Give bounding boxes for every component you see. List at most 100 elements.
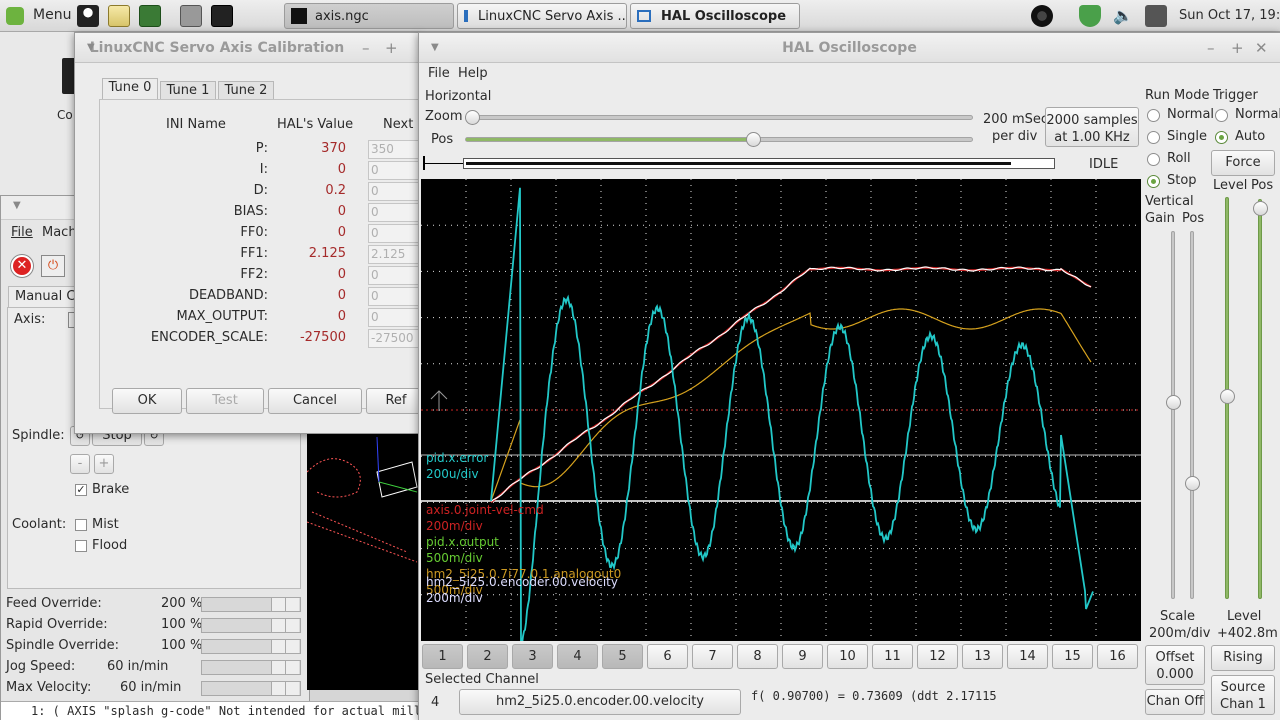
cancel-button[interactable]: Cancel: [268, 388, 362, 414]
preview-3d-canvas[interactable]: [307, 432, 420, 690]
tune-param-next-input[interactable]: 2.125: [368, 245, 420, 264]
manual-control-tab[interactable]: Manual Co: [8, 286, 83, 308]
mist-checkbox[interactable]: [75, 519, 87, 531]
taskbar-window-calibration[interactable]: LinuxCNC Servo Axis ...: [457, 3, 627, 29]
minimize-icon[interactable]: –: [1207, 33, 1215, 63]
window-menu-icon[interactable]: ▼: [13, 200, 21, 211]
tune-param-next-input[interactable]: 0: [368, 308, 420, 327]
files-launcher-icon[interactable]: [180, 5, 202, 27]
chan-off-button[interactable]: Chan Off: [1145, 689, 1205, 715]
position-slider-handle[interactable]: [745, 132, 761, 147]
estop-button[interactable]: ✕: [11, 255, 33, 277]
trigger-source-button[interactable]: Source Chan 1: [1211, 675, 1275, 715]
tune-param-next-input[interactable]: -27500: [368, 329, 420, 348]
webcam-tray-icon[interactable]: [1031, 5, 1053, 27]
ok-button[interactable]: OK: [112, 388, 182, 414]
run-mode-radio-normal[interactable]: [1147, 109, 1160, 122]
tab-tune-0[interactable]: Tune 0: [102, 78, 158, 100]
mint-logo-icon[interactable]: [6, 7, 24, 25]
trigger-pos-slider[interactable]: [1258, 199, 1262, 599]
channel-button-9[interactable]: 9: [782, 644, 823, 669]
refresh-button[interactable]: Ref: [366, 388, 426, 414]
gcode-listing[interactable]: 1: ( AXIS "splash g-code" Not intended f…: [1, 701, 421, 720]
tab-tune-2[interactable]: Tune 2: [218, 81, 274, 100]
tux-launcher-icon[interactable]: [77, 5, 99, 27]
flood-checkbox[interactable]: [75, 540, 87, 552]
vertical-gain-slider[interactable]: [1171, 231, 1175, 599]
override-slider[interactable]: [201, 597, 301, 612]
menu-file[interactable]: File: [428, 66, 450, 81]
zoom-slider[interactable]: [465, 110, 973, 125]
channel-button-14[interactable]: 14: [1007, 644, 1048, 669]
override-slider-handle[interactable]: [271, 619, 285, 632]
channel-button-5[interactable]: 5: [602, 644, 643, 669]
channel-button-16[interactable]: 16: [1097, 644, 1138, 669]
channel-button-13[interactable]: 13: [962, 644, 1003, 669]
menu-help[interactable]: Help: [458, 66, 488, 81]
rising-edge-button[interactable]: Rising: [1211, 645, 1275, 671]
tune-param-next-input[interactable]: 0: [368, 266, 420, 285]
channel-button-15[interactable]: 15: [1052, 644, 1093, 669]
window-menu-icon[interactable]: ▼: [87, 33, 95, 63]
selected-channel-source-button[interactable]: hm2_5i25.0.encoder.00.velocity: [459, 689, 741, 715]
menu-file[interactable]: File: [11, 225, 33, 240]
maximize-icon[interactable]: +: [385, 33, 398, 63]
run-mode-radio-stop[interactable]: [1147, 175, 1160, 188]
tune-param-next-input[interactable]: 0: [368, 182, 420, 201]
override-slider-handle[interactable]: [271, 682, 285, 695]
network-disconnected-icon[interactable]: [1145, 5, 1167, 27]
spindle-slower-button[interactable]: -: [70, 454, 90, 474]
text-editor-launcher-icon[interactable]: [108, 5, 130, 27]
taskbar-window-halscope[interactable]: HAL Oscilloscope: [630, 3, 800, 29]
override-slider-handle[interactable]: [271, 661, 285, 674]
trigger-radio-auto[interactable]: [1215, 131, 1228, 144]
channel-button-7[interactable]: 7: [692, 644, 733, 669]
update-shield-icon[interactable]: [1079, 5, 1101, 27]
scope-display[interactable]: pid.x.error 200u/div axis.0.joint-vel-cmd 2…: [421, 179, 1141, 641]
override-slider[interactable]: [201, 681, 301, 696]
terminal-launcher-icon[interactable]: [211, 5, 233, 27]
channel-button-3[interactable]: 3: [512, 644, 553, 669]
minimize-icon[interactable]: –: [362, 33, 370, 63]
override-slider[interactable]: [201, 618, 301, 633]
spindle-faster-button[interactable]: +: [94, 454, 114, 474]
channel-button-8[interactable]: 8: [737, 644, 778, 669]
tab-tune-1[interactable]: Tune 1: [160, 81, 216, 100]
override-slider[interactable]: [201, 660, 301, 675]
vertical-pos-slider[interactable]: [1190, 231, 1194, 599]
trigger-pos-handle[interactable]: [1253, 201, 1268, 216]
trigger-radio-normal[interactable]: [1215, 109, 1228, 122]
menu-machine[interactable]: Mach: [42, 225, 77, 240]
clock[interactable]: Sun Oct 17, 19:15: [1179, 8, 1280, 23]
trigger-level-handle[interactable]: [1220, 389, 1235, 404]
run-mode-radio-roll[interactable]: [1147, 153, 1160, 166]
override-slider[interactable]: [201, 639, 301, 654]
tune-param-next-input[interactable]: 0: [368, 161, 420, 180]
tune-param-next-input[interactable]: 0: [368, 224, 420, 243]
zoom-slider-handle[interactable]: [465, 110, 480, 125]
window-menu-icon[interactable]: ▼: [431, 33, 439, 63]
force-trigger-button[interactable]: Force: [1211, 150, 1275, 176]
channel-button-2[interactable]: 2: [467, 644, 508, 669]
channel-button-1[interactable]: 1: [422, 644, 463, 669]
override-slider-handle[interactable]: [271, 598, 285, 611]
volume-icon[interactable]: 🔈: [1113, 6, 1133, 25]
position-slider[interactable]: [465, 132, 973, 147]
channel-button-6[interactable]: 6: [647, 644, 688, 669]
brake-checkbox[interactable]: ✓: [75, 484, 87, 496]
channel-button-12[interactable]: 12: [917, 644, 958, 669]
vertical-gain-handle[interactable]: [1166, 395, 1181, 410]
taskbar-window-axis[interactable]: axis.ngc: [284, 3, 454, 29]
override-slider-handle[interactable]: [271, 640, 285, 653]
system-monitor-launcher-icon[interactable]: [139, 5, 161, 27]
maximize-icon[interactable]: +: [1231, 33, 1244, 63]
offset-button[interactable]: Offset 0.000: [1145, 645, 1205, 685]
machine-power-button[interactable]: ⏻: [41, 255, 65, 277]
test-button[interactable]: Test: [186, 388, 264, 414]
close-icon[interactable]: ✕: [1255, 33, 1268, 63]
acquire-settings-button[interactable]: 2000 samples at 1.00 KHz: [1045, 107, 1139, 147]
channel-button-10[interactable]: 10: [827, 644, 868, 669]
tune-param-next-input[interactable]: 0: [368, 203, 420, 222]
menu-button[interactable]: Menu: [33, 7, 71, 23]
run-mode-radio-single[interactable]: [1147, 131, 1160, 144]
